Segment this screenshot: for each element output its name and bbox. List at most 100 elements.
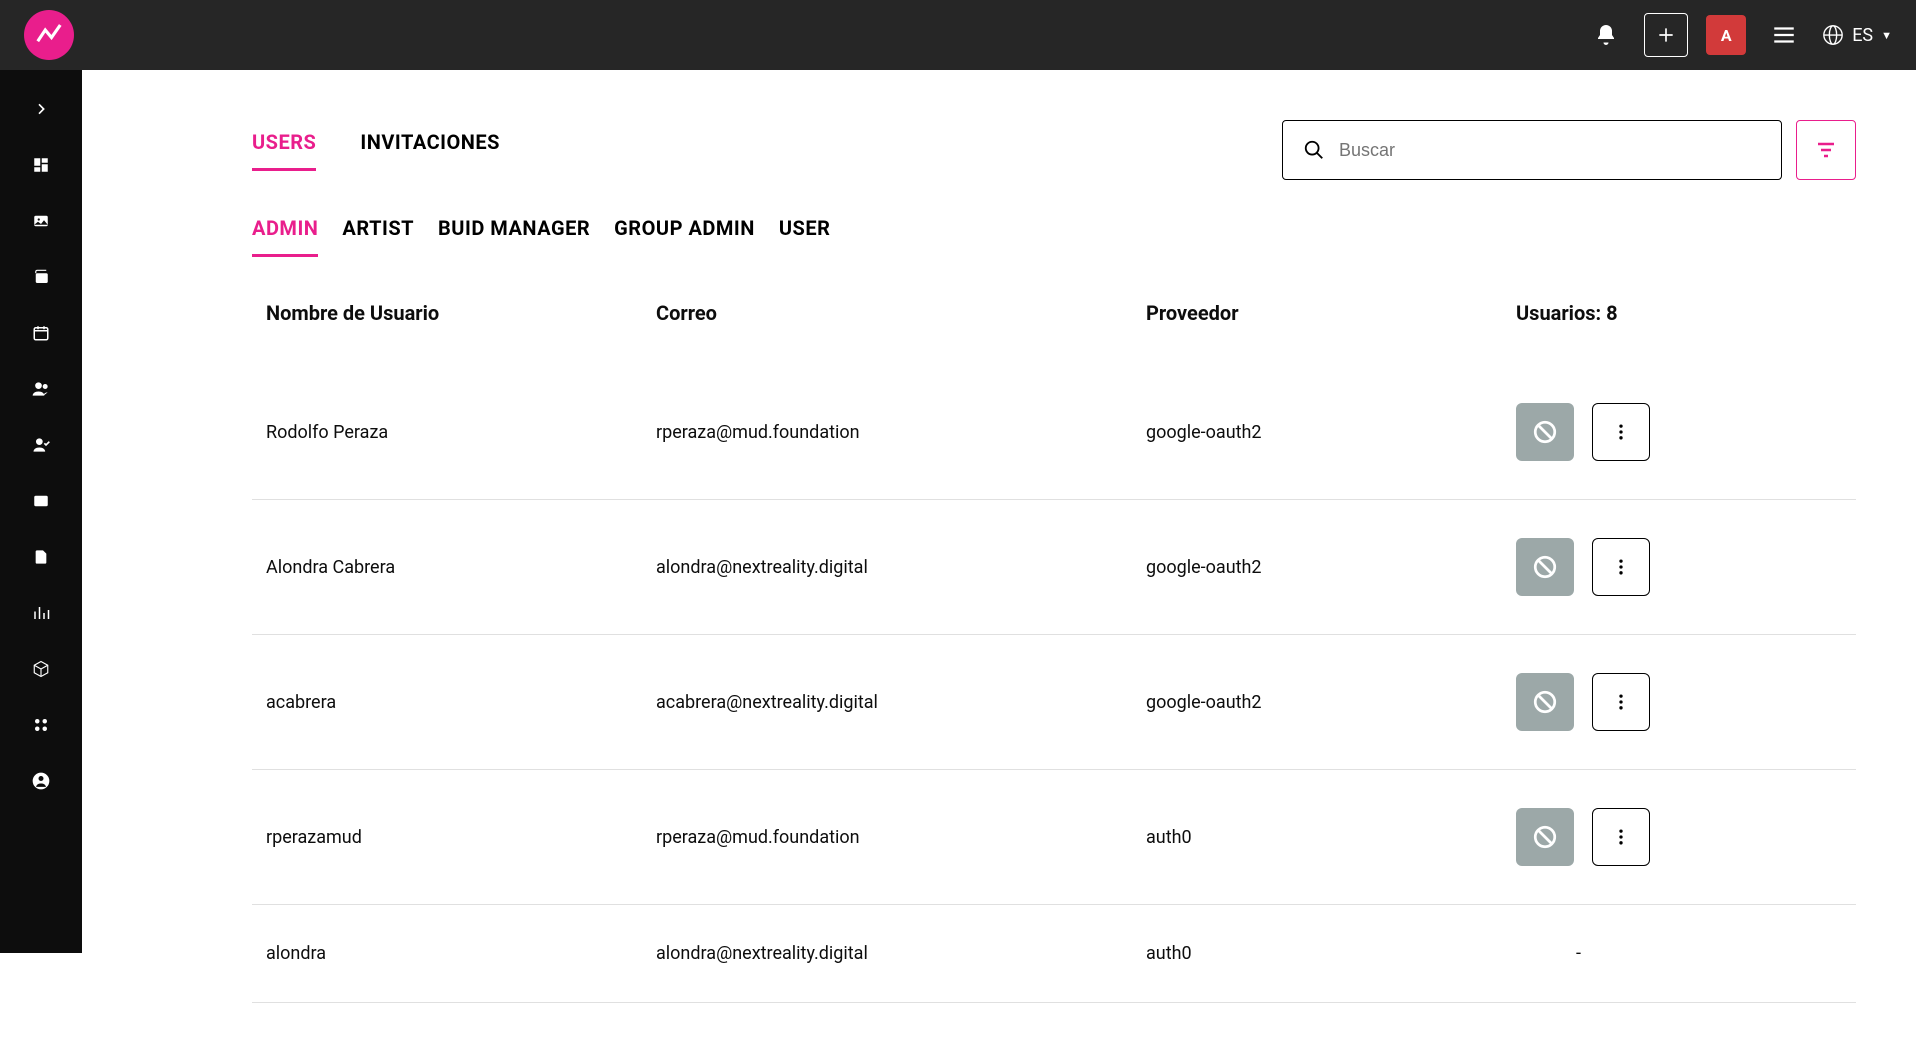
cell-provider: google-oauth2	[1146, 557, 1516, 578]
more-button[interactable]	[1592, 673, 1650, 731]
calendar-icon	[32, 324, 50, 342]
sidebar-cube[interactable]	[16, 644, 66, 694]
top-tabs-row: USERS INVITACIONES	[252, 120, 1856, 180]
cell-username: alondra	[266, 943, 656, 964]
block-icon	[1532, 689, 1558, 715]
table-header: Nombre de Usuario Correo Proveedor Usuar…	[252, 301, 1856, 365]
cell-email: rperaza@mud.foundation	[656, 827, 1146, 848]
table-row: Rodolfo Perazarperaza@mud.foundationgoog…	[252, 365, 1856, 500]
document-icon	[33, 548, 49, 566]
sidebar-apps[interactable]	[16, 700, 66, 750]
avatar-button[interactable]: A	[1706, 15, 1746, 55]
sidebar-analytics[interactable]	[16, 588, 66, 638]
header-email: Correo	[656, 301, 1146, 325]
cell-username: Alondra Cabrera	[266, 557, 656, 578]
cell-username: rperazamud	[266, 827, 656, 848]
cell-email: alondra@nextreality.digital	[656, 557, 1146, 578]
logo-icon	[34, 20, 64, 50]
plus-icon	[1656, 25, 1676, 45]
more-vertical-icon	[1611, 827, 1631, 847]
search-icon	[1303, 139, 1325, 161]
role-tab-group-admin[interactable]: GROUP ADMIN	[614, 216, 755, 257]
table-row: acabreraacabrera@nextreality.digitalgoog…	[252, 635, 1856, 770]
user-check-icon	[31, 435, 51, 455]
sidebar-dashboard[interactable]	[16, 140, 66, 190]
tab-invitations[interactable]: INVITACIONES	[360, 130, 500, 171]
table-row: rperazamudrperaza@mud.foundationauth0	[252, 770, 1856, 905]
tab-users[interactable]: USERS	[252, 130, 316, 171]
role-tab-user[interactable]: USER	[779, 216, 831, 257]
role-tab-artist[interactable]: ARTIST	[342, 216, 414, 257]
language-selector[interactable]: ES ▼	[1822, 24, 1892, 46]
media-icon	[32, 492, 50, 510]
gallery-icon	[32, 268, 50, 286]
primary-tabs: USERS INVITACIONES	[252, 130, 500, 171]
cell-actions	[1516, 808, 1842, 866]
notifications-button[interactable]	[1586, 15, 1626, 55]
sidebar-gallery[interactable]	[16, 252, 66, 302]
cell-actions	[1516, 538, 1842, 596]
table-row: Alondra Cabreraalondra@nextreality.digit…	[252, 500, 1856, 635]
more-button[interactable]	[1592, 808, 1650, 866]
sidebar-calendar[interactable]	[16, 308, 66, 358]
globe-icon	[1822, 24, 1844, 46]
role-tab-admin[interactable]: ADMIN	[252, 216, 318, 257]
sidebar-images[interactable]	[16, 196, 66, 246]
cell-provider: auth0	[1146, 943, 1516, 964]
chevron-down-icon: ▼	[1881, 29, 1892, 42]
block-icon	[1532, 554, 1558, 580]
filter-button[interactable]	[1796, 120, 1856, 180]
sidebar	[0, 70, 82, 953]
topbar-right: A ES ▼	[1586, 13, 1892, 57]
users-icon	[31, 379, 51, 399]
header-provider: Proveedor	[1146, 301, 1516, 325]
chart-icon	[32, 604, 50, 622]
header-username: Nombre de Usuario	[266, 301, 656, 325]
main-content: USERS INVITACIONES ADMIN ARTIST BUID MAN…	[82, 70, 1916, 1043]
sidebar-account[interactable]	[16, 756, 66, 806]
block-button[interactable]	[1516, 808, 1574, 866]
hamburger-icon	[1771, 22, 1797, 48]
more-button[interactable]	[1592, 403, 1650, 461]
add-button[interactable]	[1644, 13, 1688, 57]
filter-icon	[1814, 138, 1838, 162]
bell-icon	[1594, 23, 1618, 47]
search-box[interactable]	[1282, 120, 1782, 180]
cell-username: Rodolfo Peraza	[266, 422, 656, 443]
sidebar-user-check[interactable]	[16, 420, 66, 470]
more-vertical-icon	[1611, 692, 1631, 712]
cell-provider: google-oauth2	[1146, 422, 1516, 443]
cell-actions: -	[1516, 943, 1842, 964]
sidebar-users[interactable]	[16, 364, 66, 414]
sidebar-document[interactable]	[16, 532, 66, 582]
block-button[interactable]	[1516, 403, 1574, 461]
cell-provider: google-oauth2	[1146, 692, 1516, 713]
image-icon	[32, 212, 50, 230]
topbar: A ES ▼	[0, 0, 1916, 70]
cell-username: acabrera	[266, 692, 656, 713]
header-count: Usuarios: 8	[1516, 301, 1842, 325]
cell-email: alondra@nextreality.digital	[656, 943, 1146, 964]
block-icon	[1532, 419, 1558, 445]
cell-dash: -	[1516, 943, 1581, 964]
role-tabs: ADMIN ARTIST BUID MANAGER GROUP ADMIN US…	[252, 216, 1856, 257]
language-label: ES	[1852, 25, 1873, 46]
sidebar-media[interactable]	[16, 476, 66, 526]
cube-icon	[32, 660, 50, 678]
more-button[interactable]	[1592, 538, 1650, 596]
account-icon	[31, 771, 51, 791]
table-row: alondraalondra@nextreality.digitalauth0-	[252, 905, 1856, 1003]
role-tab-buid-manager[interactable]: BUID MANAGER	[438, 216, 590, 257]
cell-email: acabrera@nextreality.digital	[656, 692, 1146, 713]
table-body: Rodolfo Peraza rperaza@mud.foundation goog…	[252, 365, 1856, 1003]
search-row	[1282, 120, 1856, 180]
block-button[interactable]	[1516, 673, 1574, 731]
block-button[interactable]	[1516, 538, 1574, 596]
more-vertical-icon	[1611, 422, 1631, 442]
sidebar-toggle[interactable]	[16, 84, 66, 134]
logo[interactable]	[24, 10, 74, 60]
search-input[interactable]	[1339, 140, 1761, 161]
more-vertical-icon	[1611, 557, 1631, 577]
cell-provider: auth0	[1146, 827, 1516, 848]
menu-button[interactable]	[1764, 15, 1804, 55]
